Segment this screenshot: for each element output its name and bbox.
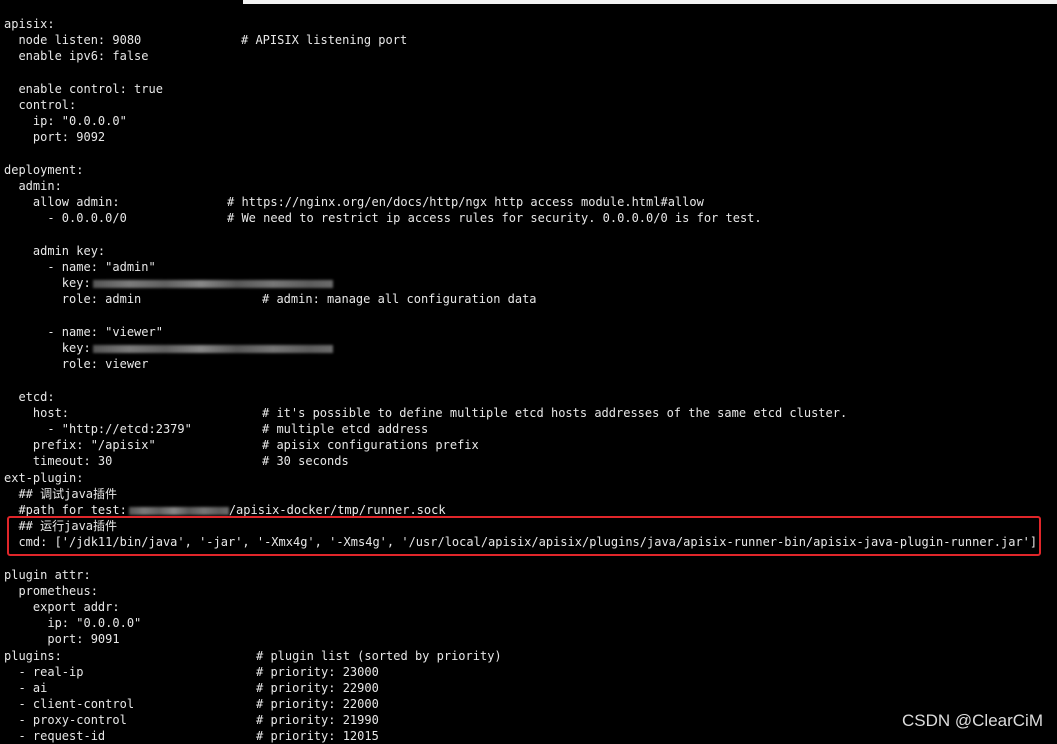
code-text: #path for test:: [4, 503, 127, 517]
code-line: enable control: true: [4, 81, 163, 97]
code-text: prometheus:: [4, 584, 98, 598]
code-text: allow admin:: [4, 195, 120, 209]
code-line: - client-control # priority: 22000: [4, 696, 378, 712]
code-text: - real-ip: [4, 665, 84, 679]
code-comment: # 30 seconds: [262, 454, 349, 468]
code-line: timeout: 30 # 30 seconds: [4, 453, 349, 469]
code-line: port: 9092: [4, 129, 105, 145]
code-text: ip: "0.0.0.0": [4, 114, 127, 128]
code-text: control:: [4, 98, 77, 112]
code-comment: # plugin list (sorted by priority): [256, 649, 502, 663]
code-line: ip: "0.0.0.0": [4, 113, 127, 129]
code-text: - name: "viewer": [4, 325, 163, 339]
code-text: apisix:: [4, 17, 55, 31]
code-line: - ai # priority: 22900: [4, 680, 378, 696]
code-comment: # priority: 21990: [256, 713, 379, 727]
redacted-admin-key: [92, 279, 333, 288]
code-text: port: 9092: [4, 130, 106, 144]
code-text: role: admin: [4, 292, 142, 306]
code-comment: # We need to restrict ip access rules fo…: [227, 211, 762, 225]
code-comment: # apisix configurations prefix: [262, 438, 479, 452]
code-text: export addr:: [4, 600, 120, 614]
code-line: enable ipv6: false: [4, 48, 149, 64]
code-text: ip: "0.0.0.0": [4, 616, 142, 630]
code-line: ## 调试java插件: [4, 486, 117, 502]
code-text: admin:: [4, 179, 62, 193]
code-text: role: viewer: [4, 357, 149, 371]
code-comment: # priority: 23000: [256, 665, 379, 679]
code-line: - name: "admin": [4, 259, 156, 275]
code-text: enable ipv6: false: [4, 49, 149, 63]
code-text: /apisix-docker/tmp/runner.sock: [228, 503, 446, 517]
code-comment: # it's possible to define multiple etcd …: [262, 406, 848, 420]
code-text: etcd:: [4, 390, 55, 404]
code-line: port: 9091: [4, 631, 120, 647]
code-line: - request-id # priority: 12015: [4, 728, 378, 744]
code-line: admin key:: [4, 243, 105, 259]
code-line: apisix:: [4, 16, 55, 32]
code-comment: # https://nginx.org/en/docs/http/ngx htt…: [227, 195, 704, 209]
code-text: node listen: 9080: [4, 33, 142, 47]
code-text: key:: [4, 341, 91, 355]
code-line: deployment:: [4, 162, 83, 178]
code-text: plugins:: [4, 649, 62, 663]
code-line: etcd:: [4, 389, 55, 405]
code-line: prometheus:: [4, 583, 98, 599]
code-text: - request-id: [4, 729, 106, 743]
code-text: deployment:: [4, 163, 84, 177]
code-text: prefix: "/apisix": [4, 438, 156, 452]
code-line: control:: [4, 97, 76, 113]
code-comment: # priority: 12015: [256, 729, 379, 743]
code-text: timeout: 30: [4, 454, 113, 468]
code-text: host:: [4, 406, 70, 420]
code-line: export addr:: [4, 599, 120, 615]
code-text: - proxy-control: [4, 713, 127, 727]
code-line: - 0.0.0.0/0 # We need to restrict ip acce…: [4, 210, 761, 226]
code-line: host: # it's possible to define multiple …: [4, 405, 847, 421]
code-text: port: 9091: [4, 632, 120, 646]
code-line: node listen: 9080 # APISIX listening port: [4, 32, 407, 48]
code-line: admin:: [4, 178, 62, 194]
code-comment: # admin: manage all configuration data: [262, 292, 537, 306]
code-text: - 0.0.0.0/0: [4, 211, 127, 225]
top-panel-strip: [243, 0, 1057, 4]
code-text: - ai: [4, 681, 48, 695]
code-text: admin key:: [4, 244, 106, 258]
code-text: ## 调试java插件: [4, 487, 118, 501]
code-text: - client-control: [4, 697, 135, 711]
code-line: role: admin # admin: manage all configura…: [4, 291, 537, 307]
code-text: plugin attr:: [4, 568, 91, 582]
code-text: enable control: true: [4, 82, 163, 96]
code-line: ext-plugin:: [4, 470, 83, 486]
code-text: ext-plugin:: [4, 471, 84, 485]
code-comment: # priority: 22900: [256, 681, 379, 695]
code-text: key:: [4, 276, 91, 290]
code-line: - proxy-control # priority: 21990: [4, 712, 378, 728]
redacted-path: [128, 506, 229, 515]
redacted-viewer-key: [92, 344, 333, 353]
code-line: prefix: "/apisix" # apisix configurations…: [4, 437, 479, 453]
code-line: - real-ip # priority: 23000: [4, 664, 378, 680]
code-line: key:: [4, 275, 333, 291]
code-line: plugin attr:: [4, 567, 91, 583]
code-line: role: viewer: [4, 356, 149, 372]
code-line: plugins: # plugin list (sorted by priorit…: [4, 648, 502, 664]
code-line: allow admin: # https://nginx.org/en/docs/…: [4, 194, 704, 210]
highlight-box: [7, 516, 1041, 556]
code-line: - name: "viewer": [4, 324, 163, 340]
code-text: - "http://etcd:2379": [4, 422, 192, 436]
watermark: CSDN @ClearCiM: [902, 711, 1043, 730]
code-comment: # priority: 22000: [256, 697, 379, 711]
code-line: ip: "0.0.0.0": [4, 615, 141, 631]
code-comment: # multiple etcd address: [262, 422, 429, 436]
code-comment: # APISIX listening port: [241, 33, 408, 47]
code-line: - "http://etcd:2379" # multiple etcd addr…: [4, 421, 428, 437]
code-line: key:: [4, 340, 333, 356]
code-text: - name: "admin": [4, 260, 156, 274]
